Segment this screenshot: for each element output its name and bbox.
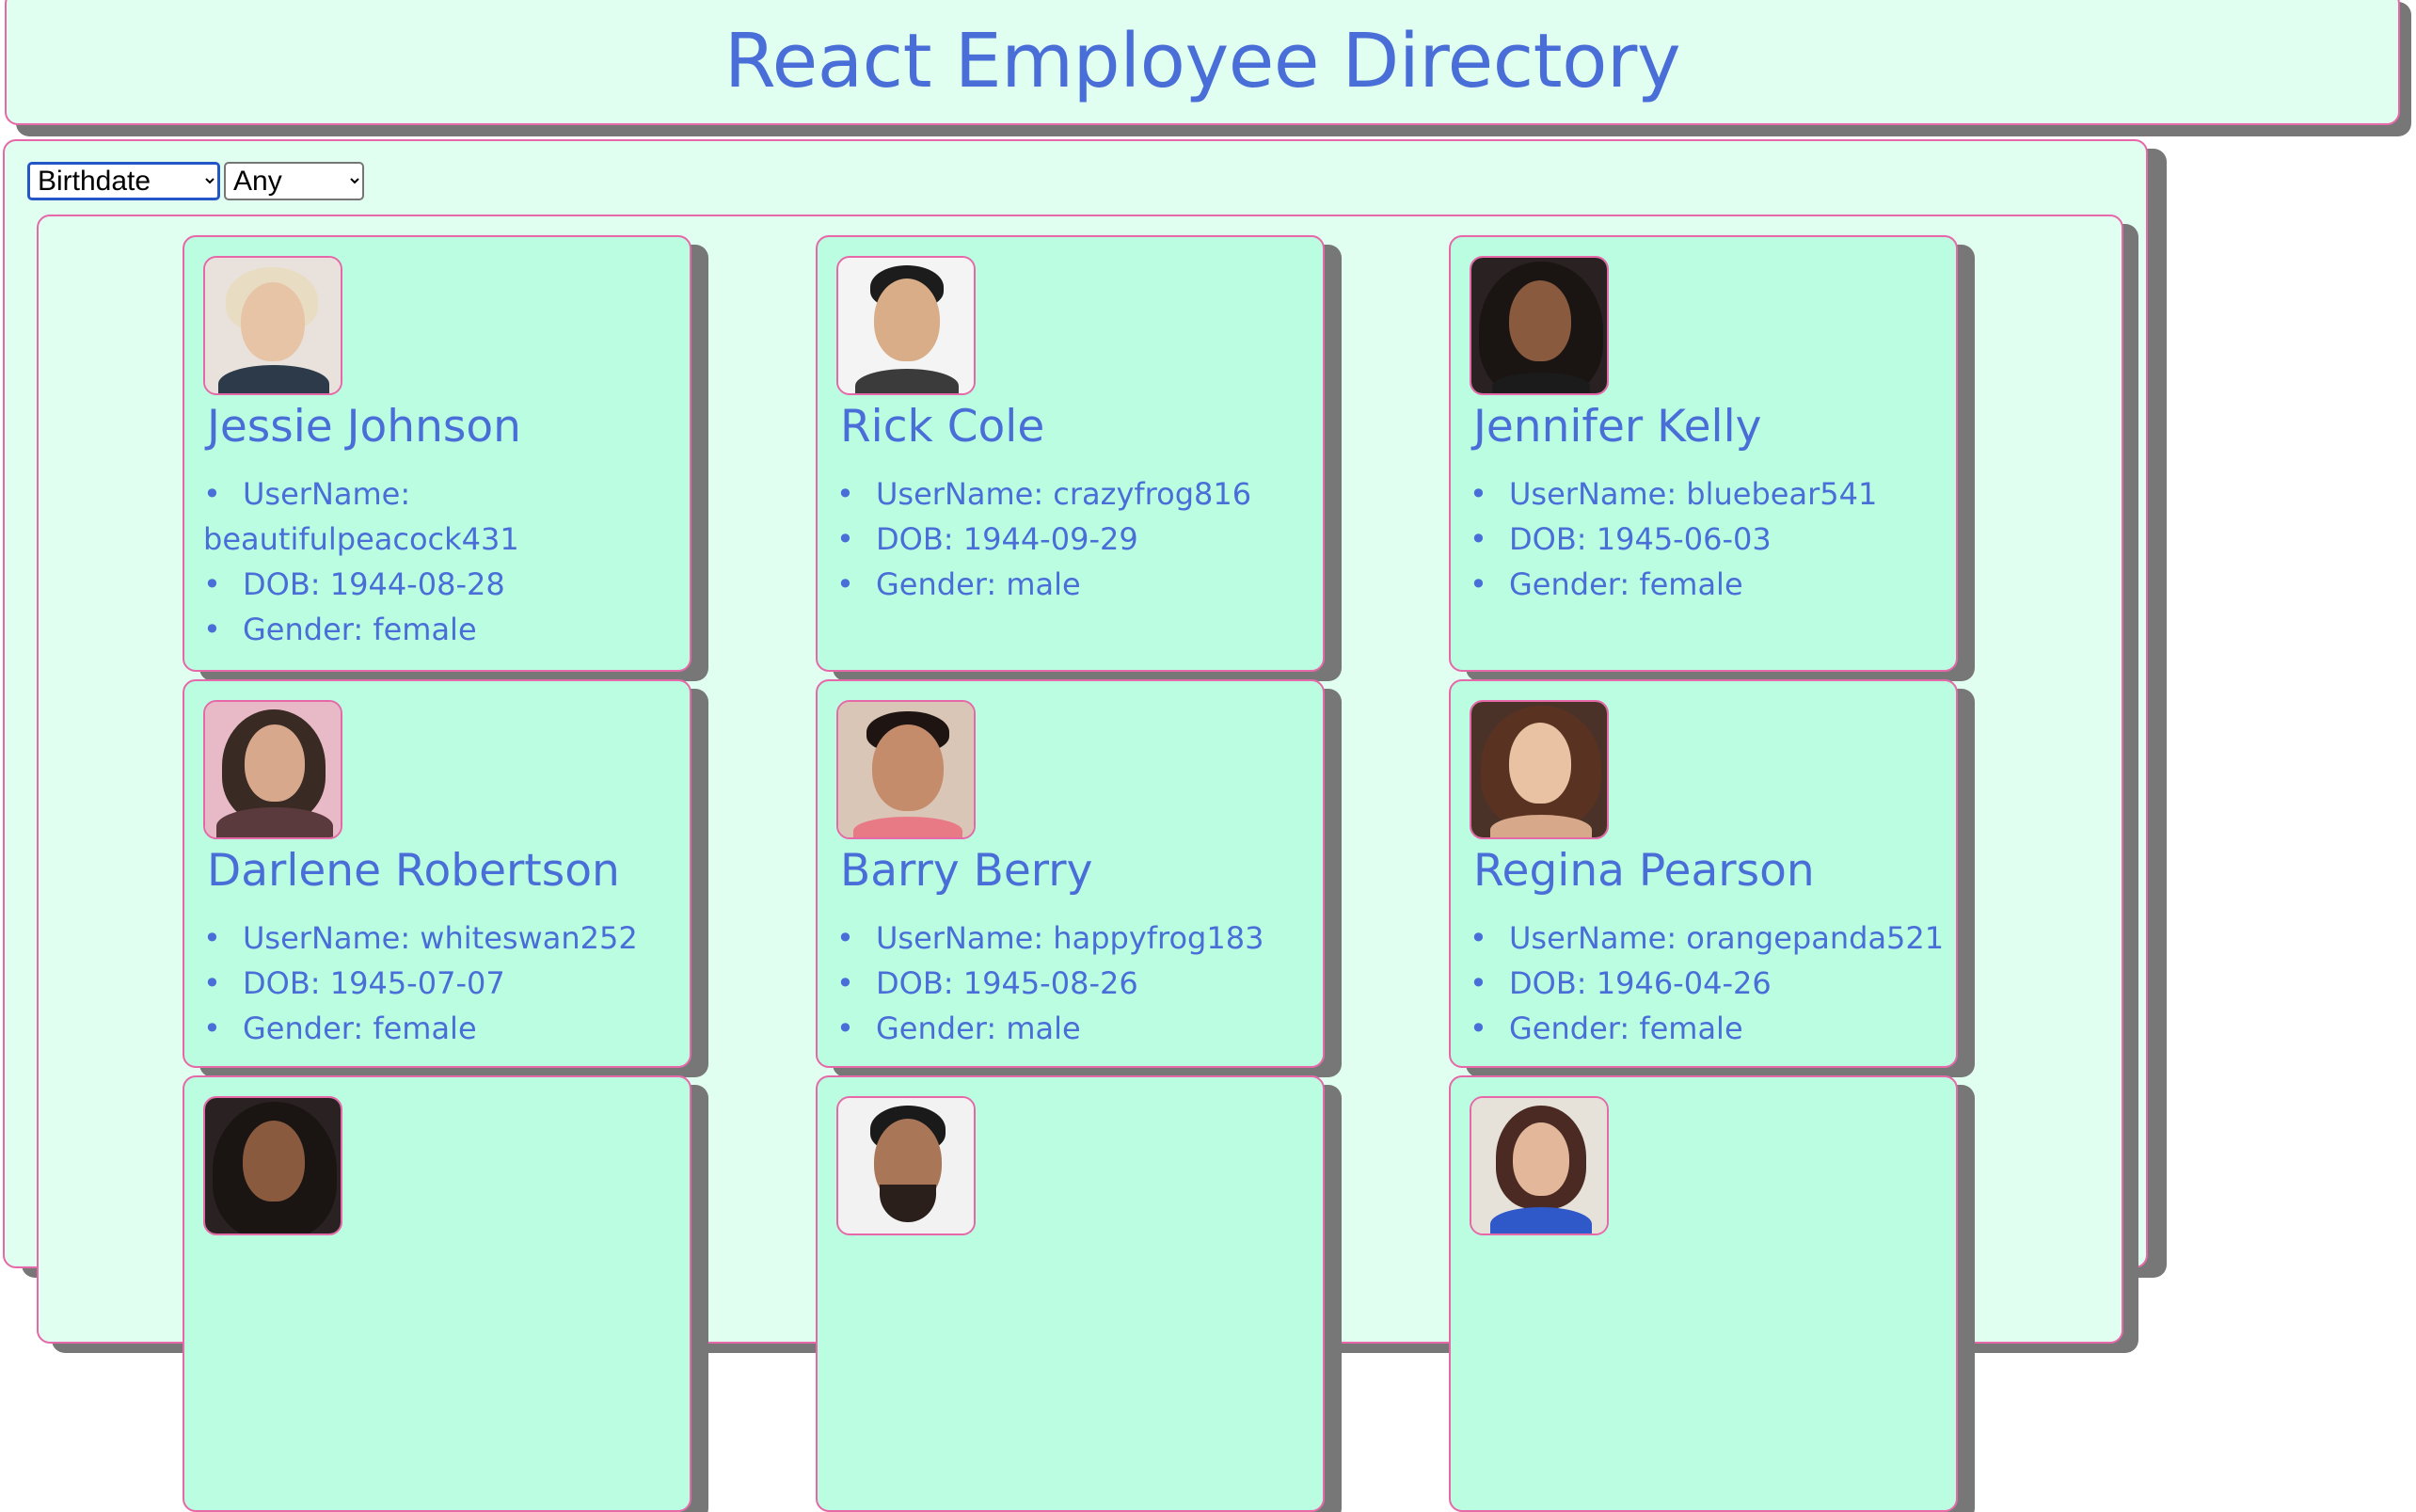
- avatar: [203, 256, 342, 395]
- filter-bar: Birthdate Any: [27, 162, 364, 200]
- employee-details: UserName: crazyfrog816 DOB: 1944-09-29 G…: [836, 471, 1323, 607]
- employee-name: Darlene Robertson: [207, 845, 620, 897]
- employee-details: UserName: orangepanda521 DOB: 1946-04-26…: [1470, 915, 1956, 1051]
- employee-card: Barry Berry UserName: happyfrog183 DOB: …: [816, 679, 1325, 1068]
- employee-username: UserName: crazyfrog816: [836, 471, 1323, 517]
- employee-card: Rick Cole UserName: crazyfrog816 DOB: 19…: [816, 235, 1325, 672]
- employee-username: UserName: orangepanda521: [1470, 915, 1956, 961]
- avatar: [203, 700, 342, 839]
- avatar: [836, 700, 976, 839]
- employee-name: Regina Pearson: [1473, 845, 1815, 897]
- employee-dob: DOB: 1944-08-28: [203, 562, 690, 607]
- employee-card: Jennifer Kelly UserName: bluebear541 DOB…: [1449, 235, 1958, 672]
- avatar: [203, 1096, 342, 1235]
- employee-details: UserName: whiteswan252 DOB: 1945-07-07 G…: [203, 915, 690, 1051]
- employee-dob: DOB: 1945-06-03: [1470, 517, 1956, 562]
- employee-username: UserName: bluebear541: [1470, 471, 1956, 517]
- employee-gender: Gender: female: [1470, 562, 1956, 607]
- employee-dob: DOB: 1946-04-26: [1470, 961, 1956, 1006]
- employee-card: Jessie Johnson UserName: beautifulpeacoc…: [183, 235, 691, 672]
- employee-dob: DOB: 1945-07-07: [203, 961, 690, 1006]
- employee-gender: Gender: female: [203, 607, 690, 652]
- employee-username: UserName: whiteswan252: [203, 915, 690, 961]
- employee-card: [816, 1075, 1325, 1512]
- employee-dob: DOB: 1945-08-26: [836, 961, 1323, 1006]
- employee-details: UserName: happyfrog183 DOB: 1945-08-26 G…: [836, 915, 1323, 1051]
- employee-gender: Gender: male: [836, 562, 1323, 607]
- employee-gender: Gender: male: [836, 1006, 1323, 1051]
- employee-username: UserName: beautifulpeacock431: [203, 471, 690, 562]
- filter-value-select[interactable]: Any: [224, 162, 364, 200]
- avatar: [1470, 700, 1609, 839]
- directory-panel: Birthdate Any Jessie Johnson UserName:: [3, 139, 2148, 1512]
- employee-card: Darlene Robertson UserName: whiteswan252…: [183, 679, 691, 1068]
- employee-name: Barry Berry: [840, 845, 1093, 897]
- employee-name: Rick Cole: [840, 401, 1045, 453]
- employee-grid: Jessie Johnson UserName: beautifulpeacoc…: [183, 235, 1958, 1512]
- employee-username: UserName: happyfrog183: [836, 915, 1323, 961]
- employee-list-container: Jessie Johnson UserName: beautifulpeacoc…: [37, 215, 2123, 1512]
- employee-dob: DOB: 1944-09-29: [836, 517, 1323, 562]
- avatar: [1470, 1096, 1609, 1235]
- employee-gender: Gender: female: [1470, 1006, 1956, 1051]
- employee-username-value: beautifulpeacock431: [203, 521, 519, 557]
- employee-card: [1449, 1075, 1958, 1512]
- employee-name: Jennifer Kelly: [1473, 401, 1762, 453]
- employee-card: Regina Pearson UserName: orangepanda521 …: [1449, 679, 1958, 1068]
- employee-gender: Gender: female: [203, 1006, 690, 1051]
- app-header: React Employee Directory: [5, 0, 2400, 125]
- avatar: [1470, 256, 1609, 395]
- employee-name: Jessie Johnson: [207, 401, 521, 453]
- avatar: [836, 256, 976, 395]
- page-title: React Employee Directory: [723, 18, 1681, 104]
- employee-details: UserName: bluebear541 DOB: 1945-06-03 Ge…: [1470, 471, 1956, 607]
- employee-card: [183, 1075, 691, 1512]
- filter-field-select[interactable]: Birthdate: [27, 162, 220, 200]
- avatar: [836, 1096, 976, 1235]
- employee-details: UserName: beautifulpeacock431 DOB: 1944-…: [203, 471, 690, 652]
